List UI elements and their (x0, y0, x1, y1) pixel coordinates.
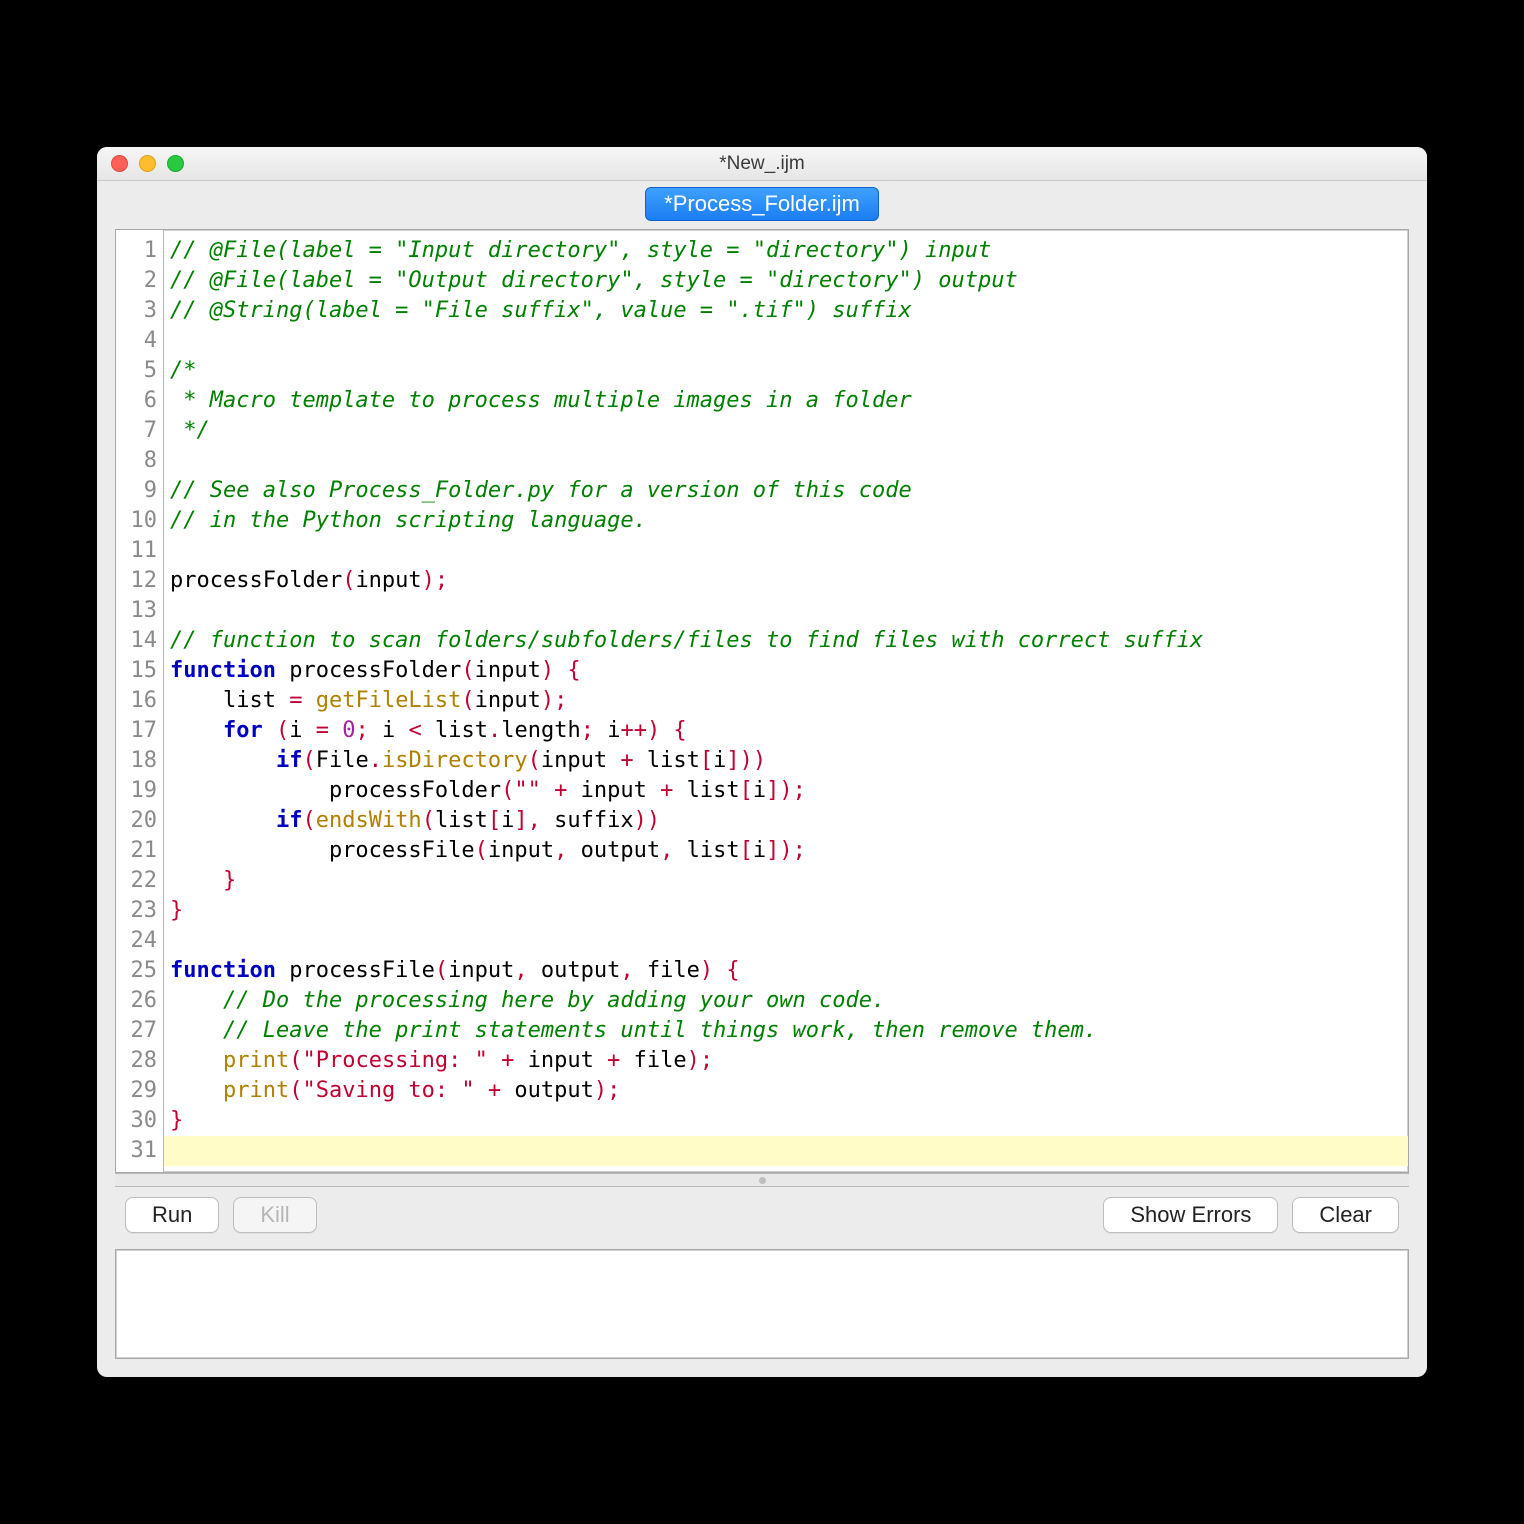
tab-bar: *Process_Folder.ijm (97, 181, 1427, 229)
line-number: 17 (116, 716, 157, 746)
code-line: function processFile(input, output, file… (170, 956, 1400, 986)
line-number: 25 (116, 956, 157, 986)
kill-button[interactable]: Kill (233, 1197, 316, 1233)
code-line: * Macro template to process multiple ima… (170, 386, 1400, 416)
line-number: 19 (116, 776, 157, 806)
code-line: } (170, 896, 1400, 926)
code-line (170, 326, 1400, 356)
line-number: 29 (116, 1076, 157, 1106)
line-number: 31 (116, 1136, 157, 1166)
line-number: 10 (116, 506, 157, 536)
close-icon[interactable] (111, 155, 128, 172)
line-number: 6 (116, 386, 157, 416)
code-line: } (170, 866, 1400, 896)
code-line: print("Processing: " + input + file); (170, 1046, 1400, 1076)
tab-label: *Process_Folder.ijm (664, 191, 860, 216)
code-line: /* (170, 356, 1400, 386)
titlebar: *New_.ijm (97, 147, 1427, 181)
line-number: 4 (116, 326, 157, 356)
line-number: 26 (116, 986, 157, 1016)
code-line: // Leave the print statements until thin… (170, 1016, 1400, 1046)
code-editor[interactable]: 1234567891011121314151617181920212223242… (115, 229, 1409, 1173)
line-number: 18 (116, 746, 157, 776)
code-line: // @File(label = "Output directory", sty… (170, 266, 1400, 296)
editor-window: *New_.ijm *Process_Folder.ijm 1234567891… (97, 147, 1427, 1377)
clear-button[interactable]: Clear (1292, 1197, 1399, 1233)
line-number: 24 (116, 926, 157, 956)
code-line: print("Saving to: " + output); (170, 1076, 1400, 1106)
line-number: 20 (116, 806, 157, 836)
code-area[interactable]: // @File(label = "Input directory", styl… (164, 230, 1408, 1172)
code-line: processFolder("" + input + list[i]); (170, 776, 1400, 806)
tab-process-folder[interactable]: *Process_Folder.ijm (645, 187, 879, 221)
code-line (170, 536, 1400, 566)
code-line (170, 926, 1400, 956)
output-console[interactable] (115, 1249, 1409, 1359)
code-line (170, 446, 1400, 476)
line-number: 13 (116, 596, 157, 626)
line-number: 9 (116, 476, 157, 506)
line-number: 1 (116, 236, 157, 266)
code-line: list = getFileList(input); (170, 686, 1400, 716)
code-line: } (170, 1106, 1400, 1136)
code-line (164, 1136, 1408, 1166)
line-number: 3 (116, 296, 157, 326)
code-line: // @File(label = "Input directory", styl… (170, 236, 1400, 266)
code-line: // in the Python scripting language. (170, 506, 1400, 536)
code-line: for (i = 0; i < list.length; i++) { (170, 716, 1400, 746)
line-number: 27 (116, 1016, 157, 1046)
line-number: 23 (116, 896, 157, 926)
line-number: 16 (116, 686, 157, 716)
code-line: // function to scan folders/subfolders/f… (170, 626, 1400, 656)
line-number: 14 (116, 626, 157, 656)
line-number: 30 (116, 1106, 157, 1136)
line-number-gutter: 1234567891011121314151617181920212223242… (116, 230, 164, 1172)
zoom-icon[interactable] (167, 155, 184, 172)
toolbar: Run Kill Show Errors Clear (115, 1187, 1409, 1243)
splitter-handle[interactable] (115, 1173, 1409, 1187)
line-number: 28 (116, 1046, 157, 1076)
line-number: 5 (116, 356, 157, 386)
run-button[interactable]: Run (125, 1197, 219, 1233)
code-line: */ (170, 416, 1400, 446)
code-line: // Do the processing here by adding your… (170, 986, 1400, 1016)
line-number: 7 (116, 416, 157, 446)
minimize-icon[interactable] (139, 155, 156, 172)
code-line: processFile(input, output, list[i]); (170, 836, 1400, 866)
show-errors-button[interactable]: Show Errors (1103, 1197, 1278, 1233)
code-line: // See also Process_Folder.py for a vers… (170, 476, 1400, 506)
code-line: function processFolder(input) { (170, 656, 1400, 686)
code-line: processFolder(input); (170, 566, 1400, 596)
code-line: if(endsWith(list[i], suffix)) (170, 806, 1400, 836)
grip-icon (759, 1177, 766, 1184)
code-line: if(File.isDirectory(input + list[i])) (170, 746, 1400, 776)
line-number: 8 (116, 446, 157, 476)
line-number: 2 (116, 266, 157, 296)
line-number: 22 (116, 866, 157, 896)
line-number: 21 (116, 836, 157, 866)
line-number: 15 (116, 656, 157, 686)
code-line: // @String(label = "File suffix", value … (170, 296, 1400, 326)
line-number: 11 (116, 536, 157, 566)
code-line (170, 596, 1400, 626)
line-number: 12 (116, 566, 157, 596)
window-title: *New_.ijm (97, 153, 1427, 175)
